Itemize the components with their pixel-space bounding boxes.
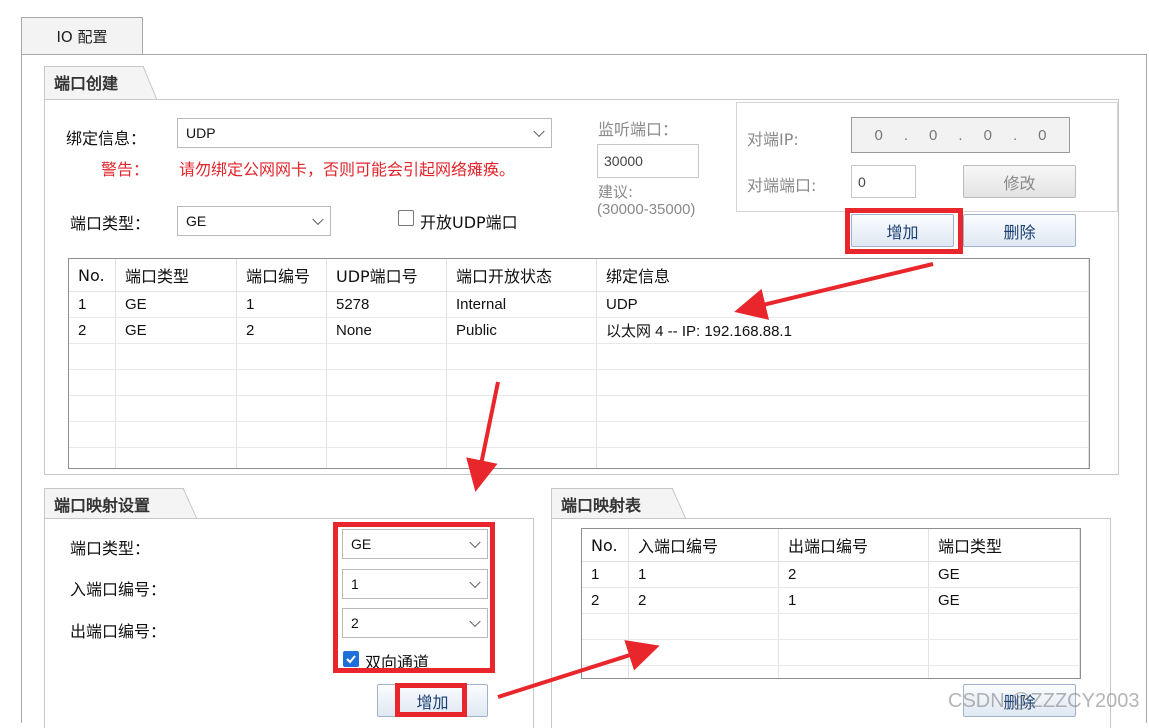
peer-ip-input[interactable]: 0. 0. 0. 0: [851, 117, 1070, 153]
table-row[interactable]: 2 2 1 GE: [582, 588, 1080, 614]
column-header-port-number[interactable]: 端口编号: [237, 259, 327, 291]
warning-text: 请勿绑定公网网卡，否则可能会引起网络瘫痪。: [179, 160, 516, 179]
bind-info-label: 绑定信息：: [66, 129, 147, 148]
open-udp-label: 开放UDP端口: [420, 213, 518, 232]
mapping-add-button-highlight: [395, 683, 467, 717]
port-create-group-title: 端口创建: [44, 66, 144, 100]
column-header-udp-port[interactable]: UDP端口号: [327, 259, 447, 291]
bind-info-select[interactable]: UDP: [177, 118, 552, 148]
column-header-no[interactable]: No.: [582, 529, 629, 561]
port-mapping-settings-title: 端口映射设置: [44, 488, 184, 519]
column-header-in-port[interactable]: 入端口编号: [629, 529, 779, 561]
port-type-label: 端口类型：: [70, 214, 151, 233]
table-row[interactable]: 2 GE 2 None Public 以太网 4 -- IP: 192.168.…: [69, 318, 1089, 344]
empty-row: [582, 614, 1080, 640]
suggest-range: (30000-35000): [597, 201, 696, 218]
mapping-table: No. 入端口编号 出端口编号 端口类型 1 1 2 GE 2 2 1 GE: [581, 528, 1081, 679]
chevron-down-icon: [533, 125, 545, 138]
mapping-settings-highlight: [333, 522, 495, 673]
column-header-open-status[interactable]: 端口开放状态: [447, 259, 597, 291]
peer-port-input[interactable]: 0: [851, 165, 916, 198]
column-header-port-type[interactable]: 端口类型: [929, 529, 1080, 561]
empty-row: [69, 370, 1089, 396]
port-table-header: No. 端口类型 端口编号 UDP端口号 端口开放状态 绑定信息: [69, 259, 1089, 292]
peer-ip-label: 对端IP:: [747, 130, 799, 149]
group-tab-slant: [183, 488, 197, 519]
tab-io-config-label: IO 配置: [56, 28, 108, 46]
in-port-label: 入端口编号：: [70, 580, 167, 599]
suggest-label: 建议:: [598, 183, 634, 201]
mapping-table-header: No. 入端口编号 出端口编号 端口类型: [582, 529, 1080, 562]
column-header-no[interactable]: No.: [69, 259, 116, 291]
port-type-select[interactable]: GE: [177, 206, 331, 236]
empty-row: [582, 640, 1080, 666]
group-tab-slant: [672, 488, 686, 519]
listen-port-label: 监听端口：: [598, 120, 679, 139]
tab-io-config[interactable]: IO 配置: [21, 17, 143, 55]
empty-row: [69, 448, 1089, 468]
column-header-port-type[interactable]: 端口类型: [116, 259, 237, 291]
group-tab-slant: [143, 66, 157, 100]
table-row[interactable]: 1 GE 1 5278 Internal UDP: [69, 292, 1089, 318]
column-header-bind-info[interactable]: 绑定信息: [597, 259, 1089, 291]
port-add-button-highlight: [845, 208, 963, 254]
empty-row: [582, 666, 1080, 678]
port-delete-button[interactable]: 删除: [963, 214, 1076, 247]
chevron-down-icon: [312, 213, 324, 226]
empty-row: [69, 344, 1089, 370]
out-port-label: 出端口编号：: [70, 622, 167, 641]
watermark: CSDN @ZZZCY2003: [948, 690, 1140, 712]
port-mapping-table-title: 端口映射表: [551, 488, 673, 519]
port-table: No. 端口类型 端口编号 UDP端口号 端口开放状态 绑定信息 1 GE 1 …: [68, 258, 1090, 469]
warning-label: 警告：: [101, 160, 150, 179]
peer-port-label: 对端端口:: [747, 176, 817, 195]
column-header-out-port[interactable]: 出端口编号: [779, 529, 929, 561]
modify-button[interactable]: 修改: [963, 165, 1076, 198]
empty-row: [69, 422, 1089, 448]
empty-row: [69, 396, 1089, 422]
open-udp-checkbox[interactable]: [398, 210, 414, 226]
table-row[interactable]: 1 1 2 GE: [582, 562, 1080, 588]
map-port-type-label: 端口类型：: [70, 539, 151, 558]
listen-port-input[interactable]: 30000: [597, 144, 699, 178]
